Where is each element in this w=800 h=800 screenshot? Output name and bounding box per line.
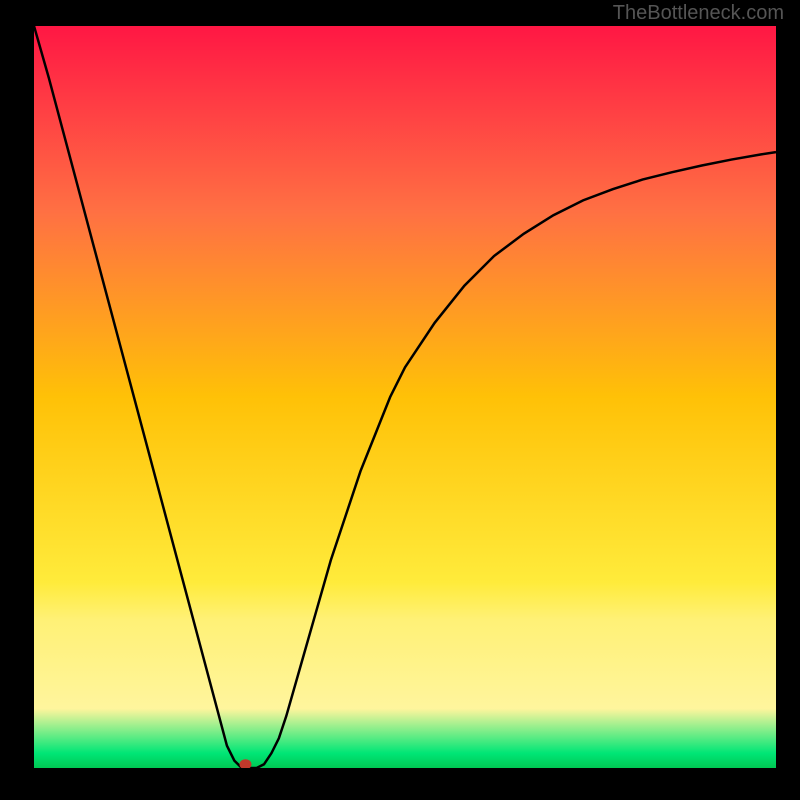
chart-background: [34, 26, 776, 768]
plot-frame: [34, 26, 776, 768]
chart-svg: [34, 26, 776, 768]
watermark-text: TheBottleneck.com: [613, 2, 784, 25]
